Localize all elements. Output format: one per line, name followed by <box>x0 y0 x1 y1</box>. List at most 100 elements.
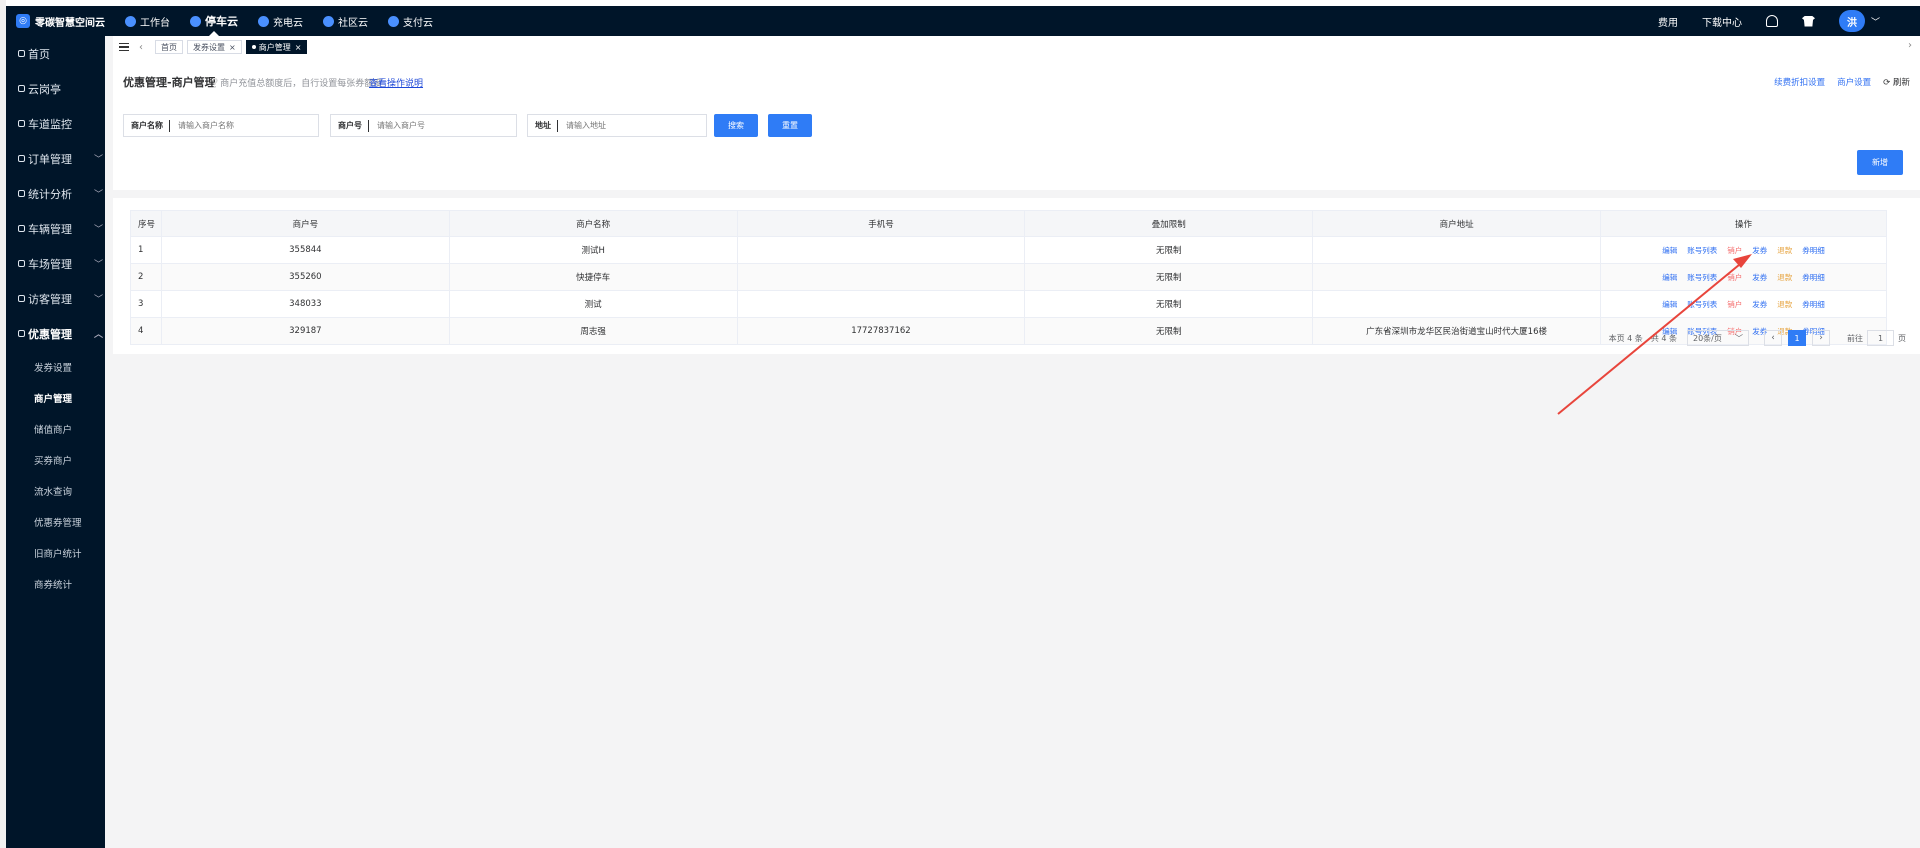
sidebar-item-visitors[interactable]: 访客管理 ﹀ <box>6 281 105 316</box>
page-size-select[interactable]: 20条/页 ﹀ <box>1687 330 1749 346</box>
fee-link[interactable]: 费用 <box>1658 14 1678 29</box>
refund-button[interactable]: 退款 <box>1777 272 1792 283</box>
sidebar-subitem-coupon-buyer-merchants[interactable]: 买券商户 <box>6 444 105 475</box>
issue-coupon-button[interactable]: 发券 <box>1752 245 1767 256</box>
coupon-detail-button[interactable]: 券明细 <box>1802 245 1825 256</box>
download-center-link[interactable]: 下载中心 <box>1702 14 1742 29</box>
sidebar-item-home[interactable]: 首页 <box>6 36 105 71</box>
sidebar-item-lane-monitor[interactable]: 车道监控 <box>6 106 105 141</box>
search-button[interactable]: 搜索 <box>714 114 758 137</box>
close-icon[interactable]: × <box>295 43 302 52</box>
merchant-settings-link[interactable]: 商户设置 <box>1837 76 1871 88</box>
sidebar-subitem-old-merchant-stats[interactable]: 旧商户统计 <box>6 537 105 568</box>
edit-button[interactable]: 编辑 <box>1662 272 1677 283</box>
chevron-left-icon[interactable]: ‹ <box>139 42 143 53</box>
refund-button[interactable]: 退款 <box>1777 245 1792 256</box>
goto-page-input[interactable]: 1 <box>1867 330 1894 346</box>
top-bar: ◎ 零碳智慧空间云 工作台 停车云 充电云 社区云 支付云 费用 下载中心 洪 ﹀ <box>6 6 1920 36</box>
refresh-button[interactable]: ⟳ 刷新 <box>1883 76 1910 88</box>
brand-logo-icon: ◎ <box>16 14 30 28</box>
merchant-no-input[interactable] <box>369 121 516 130</box>
goto-label: 前往 <box>1847 333 1863 343</box>
nav-parking-cloud[interactable]: 停车云 <box>190 6 238 36</box>
close-icon[interactable]: × <box>229 43 236 52</box>
cell-merchant-name: 测试 <box>448 290 738 318</box>
tab-merchant-management[interactable]: 商户管理 × <box>245 40 308 54</box>
avatar: 洪 <box>1838 10 1865 32</box>
visitor-icon <box>18 295 25 302</box>
user-menu[interactable]: 洪 ﹀ <box>1838 10 1880 32</box>
merchant-name-input[interactable] <box>170 121 318 130</box>
col-actions: 操作 <box>1600 210 1887 237</box>
page-number-current[interactable]: 1 <box>1788 330 1806 346</box>
merchant-no-filter: 商户号 <box>330 114 517 137</box>
tabs-bar: ‹ 首页 发券设置 × 商户管理 × › <box>113 36 1920 58</box>
nav-workbench[interactable]: 工作台 <box>125 6 170 36</box>
discount-settings-link[interactable]: 续费折扣设置 <box>1774 76 1825 88</box>
cell-stack-limit: 无限制 <box>1024 317 1314 345</box>
sidebar-item-discounts[interactable]: 优惠管理 ︿ <box>6 316 105 351</box>
menu-toggle-icon[interactable] <box>119 42 129 52</box>
issue-coupon-button[interactable]: 发券 <box>1752 272 1767 283</box>
sidebar-item-cloud-booth[interactable]: 云岗亭 <box>6 71 105 106</box>
cell-address <box>1312 236 1602 264</box>
account-list-button[interactable]: 账号列表 <box>1687 299 1717 310</box>
sidebar-item-statistics[interactable]: 统计分析 ﹀ <box>6 176 105 211</box>
sidebar-item-vehicles[interactable]: 车辆管理 ﹀ <box>6 211 105 246</box>
sidebar-subitem-transaction-query[interactable]: 流水查询 <box>6 475 105 506</box>
sidebar-item-parking-lots[interactable]: 车场管理 ﹀ <box>6 246 105 281</box>
address-label: 地址 <box>528 119 558 132</box>
operation-guide-link[interactable]: 查看操作说明 <box>369 76 423 89</box>
main-content: ‹ 首页 发券设置 × 商户管理 × › 优惠管理-商户管理 ❔商户充值总额度后，自… <box>105 36 1920 848</box>
sidebar-item-orders[interactable]: 订单管理 ﹀ <box>6 141 105 176</box>
sidebar-subitem-stored-value-merchants[interactable]: 储值商户 <box>6 413 105 444</box>
sidebar-subitem-coupon-settings[interactable]: 发券设置 <box>6 351 105 382</box>
app-window: ◎ 零碳智慧空间云 工作台 停车云 充电云 社区云 支付云 费用 下载中心 洪 ﹀… <box>0 0 1920 848</box>
brand[interactable]: ◎ 零碳智慧空间云 <box>6 6 105 36</box>
notification-button[interactable] <box>1765 15 1778 27</box>
col-merchant-name: 商户名称 <box>448 210 738 237</box>
coupon-detail-button[interactable]: 券明细 <box>1802 299 1825 310</box>
account-list-button[interactable]: 账号列表 <box>1687 245 1717 256</box>
add-button[interactable]: 新增 <box>1857 150 1903 175</box>
nav-community-cloud[interactable]: 社区云 <box>323 6 368 36</box>
chevron-right-icon[interactable]: › <box>1908 40 1912 51</box>
col-index: 序号 <box>130 210 162 237</box>
address-input[interactable] <box>558 121 706 130</box>
nav-charging-cloud[interactable]: 充电云 <box>258 6 303 36</box>
search-panel: 优惠管理-商户管理 ❔商户充值总额度后，自行设置每张券额度 查看操作说明 续费折… <box>113 58 1920 190</box>
refund-button[interactable]: 退款 <box>1777 299 1792 310</box>
table-row: 1 355844 测试H 无限制 编辑 账号列表 销户 发券 退款 券明细 <box>130 236 1887 264</box>
cancel-account-button[interactable]: 销户 <box>1727 299 1742 310</box>
sidebar-subitem-merchant-management[interactable]: 商户管理 <box>6 382 105 413</box>
coupon-detail-button[interactable]: 券明细 <box>1802 272 1825 283</box>
cancel-account-button[interactable]: 销户 <box>1727 272 1742 283</box>
payment-icon <box>388 15 399 27</box>
chevron-down-icon: ﹀ <box>93 295 103 305</box>
cell-merchant-name: 快捷停车 <box>448 263 738 291</box>
tab-coupon-settings[interactable]: 发券设置 × <box>187 40 242 54</box>
tab-home[interactable]: 首页 <box>155 40 183 54</box>
edit-button[interactable]: 编辑 <box>1662 299 1677 310</box>
theme-button[interactable] <box>1801 15 1815 27</box>
chevron-down-icon: ﹀ <box>93 260 103 270</box>
edit-button[interactable]: 编辑 <box>1662 245 1677 256</box>
table-row: 3 348033 测试 无限制 编辑 账号列表 销户 发券 退款 券明细 <box>130 290 1887 318</box>
refresh-icon: ⟳ <box>1883 78 1893 88</box>
cell-actions: 编辑 账号列表 销户 发券 退款 券明细 <box>1600 236 1887 264</box>
sidebar-subitem-coupon-stats[interactable]: 商券统计 <box>6 568 105 599</box>
issue-coupon-button[interactable]: 发券 <box>1752 299 1767 310</box>
cell-index: 2 <box>130 263 162 291</box>
prev-page-button[interactable]: ‹ <box>1764 330 1782 346</box>
reset-button[interactable]: 重置 <box>768 114 812 137</box>
chevron-down-icon: ﹀ <box>93 190 103 200</box>
discount-icon <box>18 330 25 337</box>
account-list-button[interactable]: 账号列表 <box>1687 272 1717 283</box>
nav-payment-cloud[interactable]: 支付云 <box>388 6 433 36</box>
cancel-account-button[interactable]: 销户 <box>1727 245 1742 256</box>
sidebar-subitem-coupon-management[interactable]: 优惠券管理 <box>6 506 105 537</box>
next-page-button[interactable]: › <box>1812 330 1830 346</box>
chevron-up-icon: ︿ <box>93 330 103 340</box>
car-icon <box>18 225 25 232</box>
col-address: 商户地址 <box>1312 210 1602 237</box>
